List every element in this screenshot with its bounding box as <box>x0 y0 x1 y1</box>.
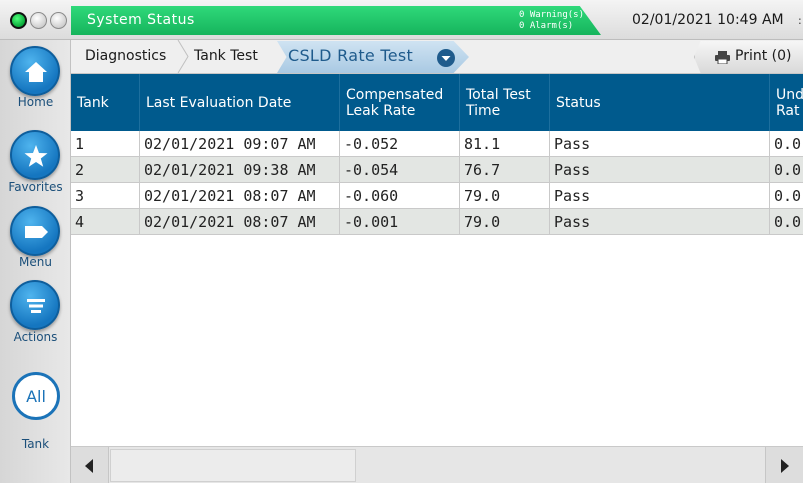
cell-status: Pass <box>550 183 770 209</box>
app-window: System Status 0 Warning(s) 0 Alarm(s) 02… <box>0 0 803 483</box>
table-row[interactable]: 1 02/01/2021 09:07 AM -0.052 81.1 Pass 0… <box>71 131 803 157</box>
cell-leak-rate: -0.052 <box>340 131 460 157</box>
warning-count: 0 Warning(s) <box>519 10 585 20</box>
status-bar: System Status 0 Warning(s) 0 Alarm(s) 02… <box>0 0 803 40</box>
breadcrumb-diagnostics[interactable]: Diagnostics <box>85 40 166 73</box>
table-header: Tank Last Evaluation Date Compensated Le… <box>71 74 803 131</box>
status-indicator-gray <box>50 12 67 29</box>
cell-und-rate: 0.0 <box>770 157 803 183</box>
cell-last-evaluation-date: 02/01/2021 09:38 AM <box>140 157 340 183</box>
actions-button[interactable] <box>10 280 60 330</box>
filter-all-label: All <box>26 387 46 406</box>
table-row[interactable]: 3 02/01/2021 08:07 AM -0.060 79.0 Pass 0… <box>71 183 803 209</box>
cell-tank: 3 <box>71 183 140 209</box>
star-icon <box>24 145 48 167</box>
column-header-last-evaluation-date[interactable]: Last Evaluation Date <box>140 74 340 131</box>
favorites-button[interactable] <box>10 130 60 180</box>
cell-und-rate: 0.0 <box>770 131 803 157</box>
cell-total-test-time: 79.0 <box>460 183 550 209</box>
cell-last-evaluation-date: 02/01/2021 08:07 AM <box>140 183 340 209</box>
breadcrumb-csld-rate-test[interactable]: CSLD Rate Test <box>288 46 413 65</box>
status-indicator-green <box>10 12 27 29</box>
cell-total-test-time: 81.1 <box>460 131 550 157</box>
sidebar-item-favorites[interactable]: Favorites <box>0 180 71 194</box>
cell-last-evaluation-date: 02/01/2021 09:07 AM <box>140 131 340 157</box>
cell-und-rate: 0.0 <box>770 209 803 235</box>
scroll-left-button[interactable] <box>71 447 109 483</box>
cell-tank: 1 <box>71 131 140 157</box>
cell-und-rate: 0.0 <box>770 183 803 209</box>
alarm-count: 0 Alarm(s) <box>519 21 574 31</box>
table-row[interactable]: 4 02/01/2021 08:07 AM -0.001 79.0 Pass 0… <box>71 209 803 235</box>
column-header-total-test-time[interactable]: Total Test Time <box>460 74 550 131</box>
cell-last-evaluation-date: 02/01/2021 08:07 AM <box>140 209 340 235</box>
menu-tag-icon <box>25 226 48 238</box>
breadcrumb-separator <box>177 40 189 73</box>
status-indicator-gray <box>30 12 47 29</box>
column-header-und-rat[interactable]: Und Rat <box>770 74 803 131</box>
cell-leak-rate: -0.060 <box>340 183 460 209</box>
current-datetime: 02/01/2021 10:49 AM <box>632 12 784 28</box>
sidebar-item-actions[interactable]: Actions <box>0 330 71 344</box>
cell-status: Pass <box>550 131 770 157</box>
column-header-compensated-leak-rate[interactable]: Compensated Leak Rate <box>340 74 460 131</box>
table-row[interactable]: 2 02/01/2021 09:38 AM -0.054 76.7 Pass 0… <box>71 157 803 183</box>
cell-status: Pass <box>550 157 770 183</box>
csld-results-table: Tank Last Evaluation Date Compensated Le… <box>71 74 803 446</box>
cell-leak-rate: -0.054 <box>340 157 460 183</box>
cell-total-test-time: 79.0 <box>460 209 550 235</box>
sidebar-item-menu[interactable]: Menu <box>0 255 71 269</box>
system-status-title: System Status <box>87 12 195 28</box>
cell-total-test-time: 76.7 <box>460 157 550 183</box>
column-header-tank[interactable]: Tank <box>71 74 140 131</box>
printer-icon <box>715 51 730 64</box>
cell-status: Pass <box>550 209 770 235</box>
chevron-down-icon[interactable] <box>437 49 455 67</box>
horizontal-scrollbar[interactable] <box>71 446 803 483</box>
home-button[interactable] <box>10 46 60 96</box>
cell-tank: 4 <box>71 209 140 235</box>
chevron-right-icon <box>781 459 789 473</box>
warning-alarm-counts: 0 Warning(s) 0 Alarm(s) <box>519 10 584 32</box>
actions-list-icon <box>27 299 45 313</box>
menu-button[interactable] <box>10 206 60 256</box>
system-status-button[interactable]: System Status 0 Warning(s) 0 Alarm(s) <box>71 6 601 35</box>
chevron-left-icon <box>85 459 93 473</box>
print-label: Print (0) <box>735 48 792 64</box>
print-button[interactable]: Print (0) <box>694 41 803 73</box>
cell-tank: 2 <box>71 157 140 183</box>
scroll-right-button[interactable] <box>765 447 803 483</box>
breadcrumb: Diagnostics Tank Test CSLD Rate Test Pri… <box>71 40 803 74</box>
scroll-thumb[interactable] <box>110 449 356 482</box>
left-sidebar: Home Favorites Menu Actions All Tank <box>0 40 71 483</box>
cell-leak-rate: -0.001 <box>340 209 460 235</box>
home-icon <box>25 62 47 82</box>
tank-filter-all-button[interactable]: All <box>12 372 60 420</box>
sidebar-item-home[interactable]: Home <box>0 95 71 109</box>
tank-filter-label: Tank <box>21 437 50 451</box>
column-header-status[interactable]: Status <box>550 74 770 131</box>
breadcrumb-tank-test[interactable]: Tank Test <box>194 40 258 73</box>
edge-glyph: : <box>798 14 802 27</box>
